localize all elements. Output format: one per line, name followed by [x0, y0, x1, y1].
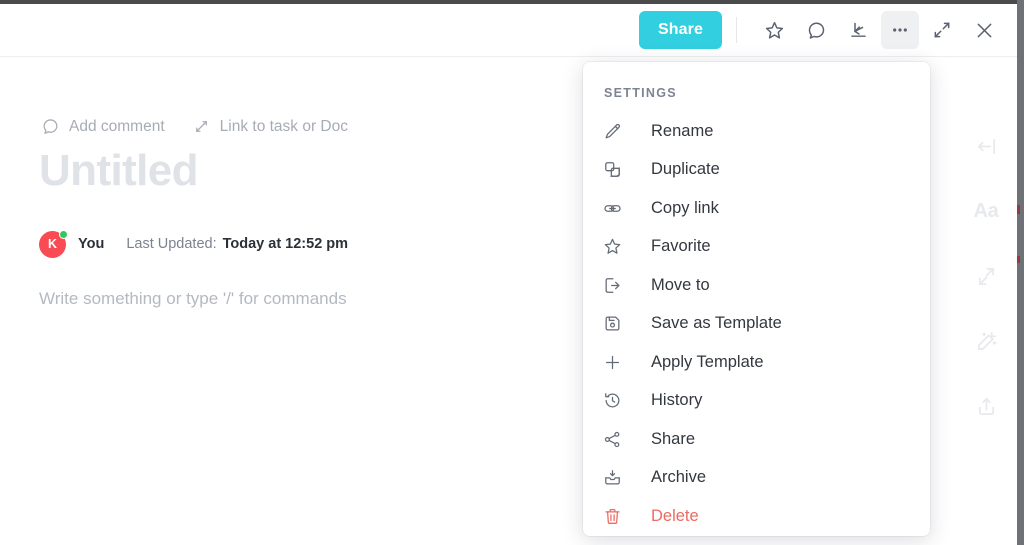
link-icon — [603, 199, 625, 218]
comment-icon[interactable] — [797, 11, 835, 49]
meta-user-name[interactable]: You — [78, 236, 104, 252]
menu-item-apply-template[interactable]: Apply Template — [583, 343, 930, 382]
history-icon — [603, 391, 625, 410]
comment-icon — [41, 117, 60, 136]
move-to-icon — [603, 276, 625, 295]
save-icon — [603, 314, 625, 333]
link-to-task-label: Link to task or Doc — [219, 117, 348, 135]
settings-menu-heading: SETTINGS — [604, 86, 677, 100]
menu-item-move-to[interactable]: Move to — [583, 266, 930, 305]
menu-item-label: Favorite — [651, 237, 711, 256]
menu-item-history[interactable]: History — [583, 382, 930, 421]
menu-item-label: Archive — [651, 468, 707, 487]
settings-dropdown-menu: SETTINGS Rename Duplicate Copy link Favo… — [583, 62, 930, 536]
right-tool-rail: Aa — [955, 57, 1017, 545]
window-right-chrome-bar — [1017, 0, 1024, 545]
document-body-placeholder[interactable]: Write something or type '/' for commands — [39, 289, 347, 309]
trash-icon — [603, 507, 625, 526]
duplicate-icon — [603, 160, 625, 179]
relationships-icon[interactable] — [970, 260, 1002, 292]
presence-online-dot — [59, 229, 68, 239]
menu-item-label: History — [651, 391, 703, 410]
menu-item-label: Move to — [651, 275, 710, 294]
header-divider — [736, 17, 737, 43]
menu-item-label: Duplicate — [651, 160, 720, 179]
menu-item-delete[interactable]: Delete — [583, 497, 930, 536]
menu-item-label: Save as Template — [651, 314, 782, 333]
header-right-controls: Share — [639, 4, 1003, 56]
menu-item-duplicate[interactable]: Duplicate — [583, 151, 930, 190]
add-comment-button[interactable]: Add comment — [41, 117, 165, 136]
menu-item-save-as-template[interactable]: Save as Template — [583, 305, 930, 344]
menu-item-label: Delete — [651, 506, 699, 525]
document-meta: K You Last Updated: Today at 12:52 pm — [39, 229, 348, 259]
menu-item-copy-link[interactable]: Copy link — [583, 189, 930, 228]
link-to-task-button[interactable]: Link to task or Doc — [192, 117, 348, 136]
menu-item-label: Copy link — [651, 198, 719, 217]
collapse-sidebar-icon[interactable] — [970, 130, 1002, 162]
meta-updated-label: Last Updated: — [126, 236, 217, 252]
chrome-mark-lower — [1017, 256, 1020, 263]
app-window: Share Add comment Link to task or Doc Un… — [0, 0, 1024, 545]
document-title[interactable]: Untitled — [39, 145, 199, 197]
pencil-icon — [603, 122, 625, 141]
export-share-icon[interactable] — [970, 390, 1002, 422]
more-options-icon[interactable] — [881, 11, 919, 49]
favorite-star-icon[interactable] — [755, 11, 793, 49]
menu-item-rename[interactable]: Rename — [583, 112, 930, 151]
menu-item-archive[interactable]: Archive — [583, 459, 930, 498]
link-task-icon — [192, 117, 211, 136]
menu-item-favorite[interactable]: Favorite — [583, 228, 930, 267]
menu-item-label: Rename — [651, 121, 714, 140]
share-button[interactable]: Share — [639, 11, 722, 49]
meta-updated-value: Today at 12:52 pm — [222, 236, 349, 252]
close-icon[interactable] — [965, 11, 1003, 49]
plus-icon — [603, 353, 625, 372]
ai-sparkle-icon[interactable] — [970, 325, 1002, 357]
font-size-label: Aa — [973, 200, 999, 222]
chrome-mark-upper — [1017, 205, 1020, 214]
expand-fullscreen-icon[interactable] — [923, 11, 961, 49]
add-comment-label: Add comment — [69, 117, 165, 135]
menu-item-label: Apply Template — [651, 352, 764, 371]
share-nodes-icon — [603, 430, 625, 449]
archive-icon — [603, 468, 625, 487]
avatar[interactable]: K — [39, 229, 68, 258]
document-quick-actions: Add comment Link to task or Doc — [41, 117, 348, 136]
star-icon — [603, 237, 625, 256]
font-size-icon[interactable]: Aa — [970, 195, 1002, 227]
menu-item-label: Share — [651, 429, 696, 448]
collapse-down-right-icon[interactable] — [839, 11, 877, 49]
menu-item-share[interactable]: Share — [583, 420, 930, 459]
doc-header-toolbar: Share — [0, 4, 1017, 57]
